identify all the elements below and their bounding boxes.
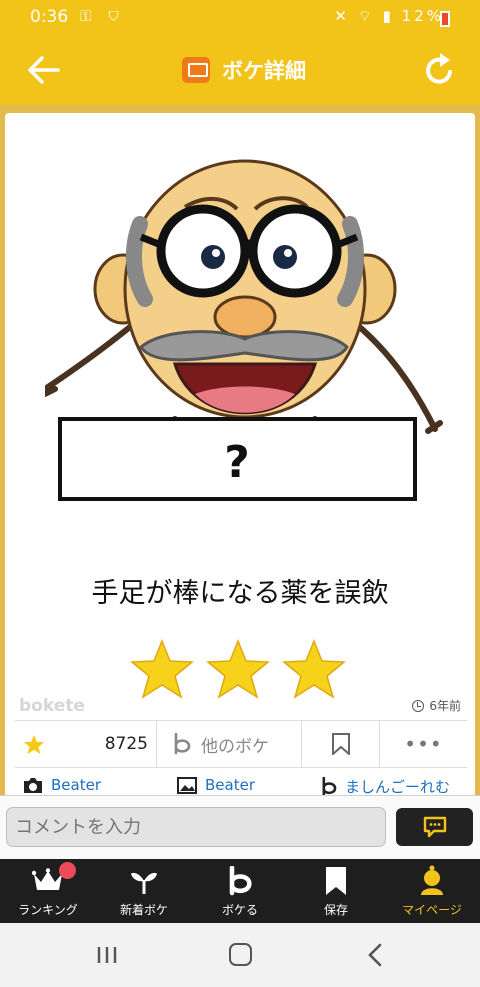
more-options-button[interactable]: ••• [380,721,467,767]
boke-illustration[interactable]: ? [45,139,445,539]
status-right-icons: ✕ ⌔ ▮ 12% [334,7,444,26]
image-question-mark: ? [224,437,250,488]
header-title-group: ボケ詳細 [182,54,306,86]
app-header: ボケ詳細 [0,34,480,105]
bookmark-button[interactable] [302,721,380,767]
clock-icon [412,699,425,712]
bookmark-filled-icon [326,867,346,895]
back-button[interactable] [24,50,64,90]
star-small-icon [23,734,45,754]
boke-user-link[interactable]: ましんごーれむ [345,776,450,797]
nav-new-boke-label: 新着ボケ [119,903,168,917]
bookmark-icon [331,733,350,755]
camera-icon [24,777,42,793]
mute-icon: ✕ [334,7,350,25]
user-icon [421,865,443,895]
refresh-icon [426,53,452,84]
wifi-icon: ⌔ [357,7,375,25]
bokete-b-icon [174,733,191,755]
notification-badge [59,862,76,879]
system-back-icon[interactable] [366,943,384,967]
post-age: 6年前 [412,697,461,714]
bokete-b-icon [229,866,252,896]
sprout-icon [131,872,157,894]
vote-count: 8725 [104,734,148,754]
comment-send-button[interactable] [396,808,473,846]
post-age-text: 6年前 [429,699,461,713]
bokete-b-icon [322,777,337,796]
boke-card: ? 手足が棒になる薬を誤飲 bokete 6年前 8725 他のボケ ••• B… [5,113,475,803]
comment-input[interactable] [6,807,386,847]
signal-icon: ▮ [382,7,394,25]
star-icon [282,638,346,699]
boke-credit[interactable]: ましんごーれむ [321,776,450,797]
battery-icon [440,11,450,27]
nav-ranking-label: ランキング [18,903,78,917]
refresh-button[interactable] [420,50,460,90]
nav-mypage[interactable]: マイページ [384,859,480,923]
vote-button[interactable]: 8725 [15,721,157,767]
image-credit[interactable]: Beater [177,776,255,794]
bottom-navigation: ランキング 新着ボケ ボケる 保存 マイページ [0,859,480,923]
photo-user-link[interactable]: Beater [51,776,101,794]
nav-new-boke[interactable]: 新着ボケ [96,859,192,923]
action-row: 8725 他のボケ ••• [15,720,467,768]
star-icon [130,638,194,699]
status-left-icons: ⚿ ⛉ [80,7,125,25]
comment-icon [423,816,446,838]
battery-percent: 12% [401,7,444,25]
bokete-watermark: bokete [19,696,85,716]
nav-saved-label: 保存 [323,903,348,917]
recents-icon[interactable] [96,945,118,965]
status-time: 0:36 [30,7,69,27]
star-icon [206,638,270,699]
image-icon [177,776,197,794]
image-user-link[interactable]: Beater [205,776,255,794]
system-navigation [0,923,480,987]
nav-bokeru[interactable]: ボケる [192,859,288,923]
arrow-left-icon [28,56,60,84]
bokete-logo-icon [182,57,210,83]
photo-credit[interactable]: Beater [23,776,101,794]
other-boke-button[interactable]: 他のボケ [157,721,302,767]
nav-ranking[interactable]: ランキング [0,859,96,923]
home-button[interactable] [229,943,252,966]
comment-bar [0,795,480,859]
other-boke-label: 他のボケ [201,736,269,757]
nav-mypage-label: マイページ [402,903,462,917]
nav-saved[interactable]: 保存 [288,859,384,923]
page-title: ボケ詳細 [222,59,306,83]
nav-bokeru-label: ボケる [221,903,258,917]
star-rating [130,638,346,700]
status-bar: 0:36 ⚿ ⛉ ✕ ⌔ ▮ 12% [0,0,480,34]
more-icon: ••• [404,732,443,756]
boke-caption: 手足が棒になる薬を誤飲 [91,578,389,609]
